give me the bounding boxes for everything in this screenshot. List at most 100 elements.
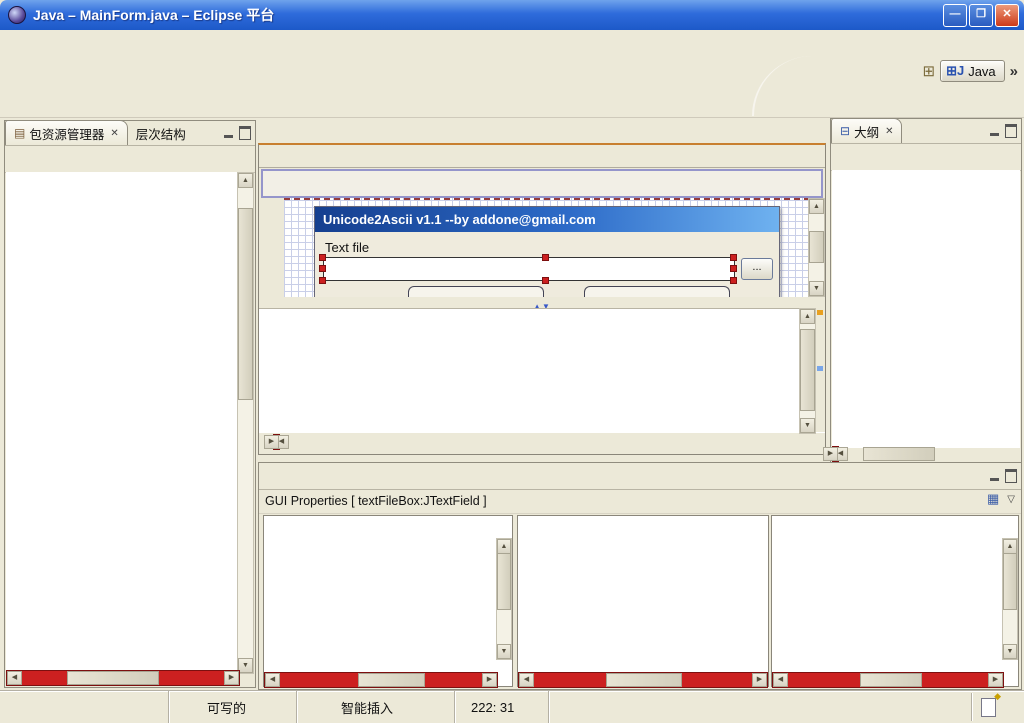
designer-vscrollbar[interactable]: ▲ ▼: [808, 198, 825, 297]
scroll-thumb[interactable]: [67, 671, 159, 685]
scroll-left-icon[interactable]: ◀: [519, 673, 534, 687]
scroll-up-icon[interactable]: ▲: [809, 199, 824, 214]
close-icon[interactable]: ✕: [885, 126, 893, 137]
close-button[interactable]: ✕: [995, 4, 1019, 27]
scroll-down-icon[interactable]: ▼: [1003, 644, 1017, 659]
scroll-up-icon[interactable]: ▲: [497, 539, 511, 554]
designed-form[interactable]: Unicode2Ascii v1.1 --by addone@gmail.com…: [314, 206, 780, 297]
overview-mark[interactable]: [817, 310, 823, 315]
view-minimize-icon[interactable]: [990, 133, 999, 136]
layout-table: [517, 515, 769, 687]
selection-handle[interactable]: [730, 277, 737, 284]
events-hscrollbar[interactable]: ◀ ▶: [772, 672, 1004, 688]
overview-ruler[interactable]: [815, 308, 825, 432]
code-vscrollbar[interactable]: ▲ ▼: [799, 308, 816, 434]
properties-hscrollbar[interactable]: ◀ ▶: [264, 672, 498, 688]
selection-handle[interactable]: [542, 254, 549, 261]
outline-icon: ⊟: [840, 124, 850, 138]
component-palette: [261, 169, 823, 198]
selection-handle[interactable]: [319, 277, 326, 284]
form-browse-button[interactable]: ...: [741, 258, 773, 280]
scroll-left-icon[interactable]: ◀: [7, 671, 22, 685]
code-editor[interactable]: [259, 308, 825, 433]
tab-hierarchy[interactable]: 层次结构: [128, 121, 194, 145]
status-divider: [971, 693, 972, 721]
selection-handle[interactable]: [319, 265, 326, 272]
scroll-thumb[interactable]: [238, 208, 253, 400]
form-title-bar: Unicode2Ascii v1.1 --by addone@gmail.com: [315, 207, 779, 232]
overview-mark[interactable]: [817, 366, 823, 371]
open-perspective-icon[interactable]: ⊞: [922, 62, 935, 80]
perspective-chevron[interactable]: »: [1010, 63, 1018, 80]
package-explorer-vscrollbar[interactable]: ▲ ▼: [237, 172, 254, 674]
main-toolbar: ⊞ ⊞J Java »: [0, 56, 1024, 118]
scroll-thumb[interactable]: [358, 673, 425, 687]
scroll-down-icon[interactable]: ▼: [809, 281, 824, 296]
mainform-editor: Unicode2Ascii v1.1 --by addone@gmail.com…: [258, 143, 826, 455]
minimize-button[interactable]: —: [943, 4, 967, 27]
scroll-right-icon[interactable]: ▶: [264, 435, 279, 449]
scroll-left-icon[interactable]: ◀: [265, 673, 280, 687]
view-maximize-icon[interactable]: [239, 126, 251, 140]
scroll-thumb[interactable]: [497, 553, 511, 610]
scroll-thumb[interactable]: [809, 231, 824, 263]
package-explorer-hscrollbar[interactable]: ◀ ▶: [6, 670, 240, 686]
outline-hscrollbar[interactable]: ◀ ▶: [832, 446, 839, 462]
show-categories-icon[interactable]: ▦: [987, 491, 999, 507]
editor-sash[interactable]: ▲▼: [259, 297, 825, 308]
menu-bar: [0, 30, 1024, 56]
view-menu-icon[interactable]: ▽: [1007, 494, 1015, 505]
selection-handle[interactable]: [730, 265, 737, 272]
view-minimize-icon[interactable]: [990, 478, 999, 481]
tab-outline[interactable]: ⊟ 大纲 ✕: [831, 118, 902, 143]
view-minimize-icon[interactable]: [224, 135, 233, 138]
tab-package-explorer[interactable]: ▤ 包资源管理器 ✕: [5, 120, 128, 145]
form-button-partial[interactable]: [584, 286, 730, 297]
scroll-down-icon[interactable]: ▼: [238, 658, 253, 673]
properties-vscrollbar[interactable]: ▲ ▼: [496, 538, 512, 660]
gui-properties-header: GUI Properties [ textFileBox:JTextField …: [265, 494, 487, 508]
scroll-thumb[interactable]: [800, 329, 815, 411]
title-bar: Java – MainForm.java – Eclipse 平台 — ❐ ✕: [0, 0, 1024, 30]
layout-hscrollbar[interactable]: ◀ ▶: [518, 672, 768, 688]
java-perspective-icon: ⊞J: [946, 63, 964, 79]
close-icon[interactable]: ✕: [110, 128, 118, 139]
view-maximize-icon[interactable]: [1005, 124, 1017, 138]
code-hscrollbar[interactable]: ◀ ▶: [273, 434, 280, 450]
selection-handle[interactable]: [730, 254, 737, 261]
scroll-down-icon[interactable]: ▼: [497, 644, 511, 659]
scroll-up-icon[interactable]: ▲: [238, 173, 253, 188]
toolbar-divider-curve: [752, 56, 874, 116]
scroll-up-icon[interactable]: ▲: [1003, 539, 1017, 554]
scroll-up-icon[interactable]: ▲: [800, 309, 815, 324]
designer-canvas[interactable]: Unicode2Ascii v1.1 --by addone@gmail.com…: [284, 198, 810, 297]
form-button-partial[interactable]: [408, 286, 545, 297]
scroll-thumb[interactable]: [1003, 553, 1017, 610]
package-explorer-icon: ▤: [14, 126, 25, 140]
properties-table: [263, 515, 513, 687]
events-vscrollbar[interactable]: ▲ ▼: [1002, 538, 1018, 660]
scroll-left-icon[interactable]: ◀: [773, 673, 788, 687]
scroll-right-icon[interactable]: ▶: [224, 671, 239, 685]
progress-task-icon[interactable]: [981, 698, 996, 717]
scroll-thumb[interactable]: [606, 673, 682, 687]
form-text-field[interactable]: [323, 257, 735, 281]
outline-list: [832, 170, 1020, 448]
scroll-thumb[interactable]: [863, 447, 935, 461]
eclipse-logo-icon: [8, 6, 26, 24]
scroll-right-icon[interactable]: ▶: [988, 673, 1003, 687]
scroll-right-icon[interactable]: ▶: [823, 447, 838, 461]
scroll-right-icon[interactable]: ▶: [752, 673, 767, 687]
bottom-panel: GUI Properties [ textFileBox:JTextField …: [258, 462, 1022, 690]
selection-handle[interactable]: [542, 277, 549, 284]
scroll-thumb[interactable]: [860, 673, 922, 687]
scroll-down-icon[interactable]: ▼: [800, 418, 815, 433]
package-explorer-tree: [6, 172, 238, 672]
view-maximize-icon[interactable]: [1005, 469, 1017, 483]
scroll-right-icon[interactable]: ▶: [482, 673, 497, 687]
maximize-button[interactable]: ❐: [969, 4, 993, 27]
form-label-text-file[interactable]: Text file: [325, 240, 369, 255]
package-explorer-view: ▤ 包资源管理器 ✕ 层次结构 ▲ ▼ ◀ ▶: [4, 120, 256, 688]
java-perspective-button[interactable]: ⊞J Java: [940, 60, 1005, 82]
selection-handle[interactable]: [319, 254, 326, 261]
